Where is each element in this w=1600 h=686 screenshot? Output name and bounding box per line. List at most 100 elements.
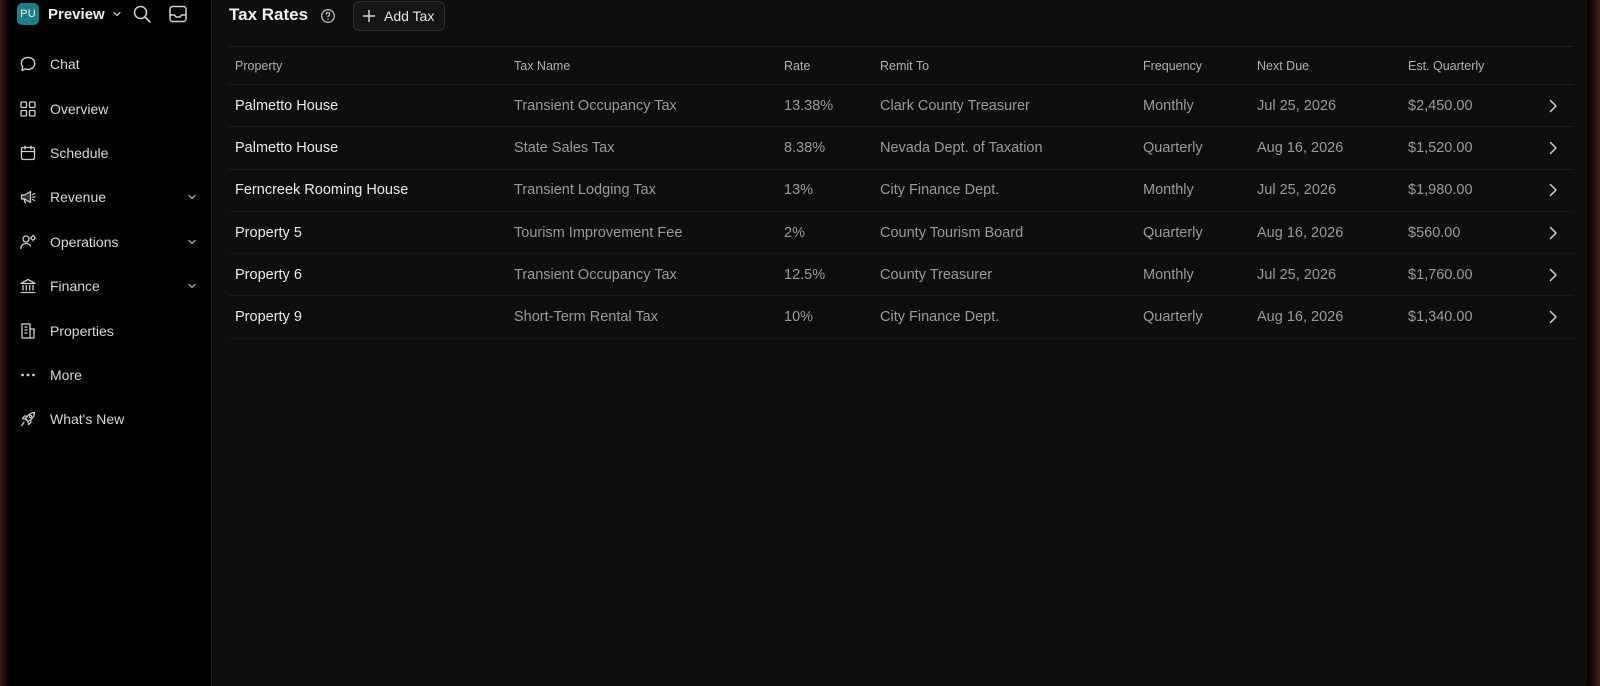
cell-property: Palmetto House (235, 139, 339, 156)
column-header-tax-name[interactable]: Tax Name (514, 59, 570, 73)
cell-rate: 10% (784, 309, 814, 326)
cell-est-quarterly: $560.00 (1408, 224, 1461, 241)
add-tax-button[interactable]: Add Tax (353, 1, 445, 31)
cell-est-quarterly: $1,760.00 (1408, 266, 1473, 283)
workspace-name: Preview (48, 5, 105, 23)
add-tax-label: Add Tax (384, 8, 435, 24)
chevron-down-icon[interactable] (186, 235, 198, 247)
sidebar-item-chat[interactable]: Chat (9, 42, 212, 86)
cell-remit-to: City Finance Dept. (880, 309, 1000, 326)
column-header-est-quarterly[interactable]: Est. Quarterly (1408, 59, 1484, 73)
chevron-down-icon (111, 8, 123, 20)
column-header-rate[interactable]: Rate (784, 59, 810, 73)
cell-next-due: Jul 25, 2026 (1257, 182, 1337, 199)
bank-icon (19, 277, 37, 295)
chat-bubble-icon (19, 55, 37, 73)
cell-property: Ferncreek Rooming House (235, 182, 409, 199)
sidebar-item-label: More (50, 366, 82, 383)
sidebar-item-label: Revenue (50, 189, 107, 206)
workspace-switcher[interactable]: PU Preview (17, 2, 123, 26)
cell-tax-name: Short-Term Rental Tax (514, 309, 658, 326)
sidebar-item-schedule[interactable]: Schedule (9, 131, 212, 175)
sidebar-item-label: Finance (50, 278, 100, 295)
page-title: Tax Rates (229, 5, 309, 24)
column-header-property[interactable]: Property (235, 59, 282, 73)
table-row[interactable]: Palmetto House Transient Occupancy Tax 1… (229, 85, 1573, 128)
megaphone-icon (19, 188, 37, 206)
cell-tax-name: Tourism Improvement Fee (514, 224, 683, 241)
sidebar-item-finance[interactable]: Finance (9, 264, 212, 308)
chevron-right-icon[interactable] (1547, 310, 1559, 324)
sidebar-item-label: Schedule (50, 144, 109, 161)
users-gear-icon (19, 233, 37, 251)
cell-remit-to: County Treasurer (880, 266, 993, 283)
sidebar-item-label: Properties (50, 322, 114, 339)
chevron-right-icon[interactable] (1547, 226, 1559, 240)
column-header-next-due[interactable]: Next Due (1257, 59, 1309, 73)
search-icon[interactable] (131, 3, 153, 25)
inbox-icon[interactable] (167, 3, 189, 25)
column-header-remit-to[interactable]: Remit To (880, 59, 929, 73)
sidebar-item-properties[interactable]: Properties (9, 308, 212, 352)
sidebar: PU Preview Chat Overview Schedule Revenu… (9, 0, 212, 686)
cell-frequency: Monthly (1143, 97, 1194, 114)
table-row[interactable]: Property 9 Short-Term Rental Tax 10% Cit… (229, 296, 1573, 339)
cell-frequency: Quarterly (1143, 139, 1203, 156)
calendar-icon (19, 144, 37, 162)
cell-next-due: Aug 16, 2026 (1257, 139, 1344, 156)
cell-next-due: Jul 25, 2026 (1257, 97, 1337, 114)
cell-property: Property 5 (235, 224, 302, 241)
chevron-right-icon[interactable] (1547, 99, 1559, 113)
cell-tax-name: Transient Lodging Tax (514, 182, 656, 199)
chevron-right-icon[interactable] (1547, 183, 1559, 197)
sidebar-item-overview[interactable]: Overview (9, 86, 212, 130)
table-header: Property Tax Name Rate Remit To Frequenc… (229, 47, 1573, 85)
cell-property: Property 9 (235, 309, 302, 326)
cell-est-quarterly: $1,980.00 (1408, 182, 1473, 199)
cell-est-quarterly: $1,340.00 (1408, 309, 1473, 326)
cell-rate: 13% (784, 182, 814, 199)
cell-property: Palmetto House (235, 97, 339, 114)
cell-tax-name: State Sales Tax (514, 139, 615, 156)
table-row[interactable]: Palmetto House State Sales Tax 8.38% Nev… (229, 127, 1573, 170)
cell-property: Property 6 (235, 266, 302, 283)
grid-icon (19, 100, 37, 118)
cell-remit-to: County Tourism Board (880, 224, 1024, 241)
cell-next-due: Aug 16, 2026 (1257, 224, 1344, 241)
sidebar-nav: Chat Overview Schedule Revenue Operation… (9, 42, 212, 442)
cell-rate: 2% (784, 224, 805, 241)
rocket-icon (19, 410, 37, 428)
cell-tax-name: Transient Occupancy Tax (514, 97, 677, 114)
cell-est-quarterly: $1,520.00 (1408, 139, 1473, 156)
chevron-right-icon[interactable] (1547, 268, 1559, 282)
cell-frequency: Monthly (1143, 266, 1194, 283)
help-icon[interactable] (320, 8, 336, 24)
sidebar-item-label: Operations (50, 233, 119, 250)
sidebar-item-label: Overview (50, 100, 109, 117)
chevron-right-icon[interactable] (1547, 141, 1559, 155)
tax-rates-table: Property Tax Name Rate Remit To Frequenc… (229, 46, 1573, 339)
cell-frequency: Monthly (1143, 182, 1194, 199)
sidebar-item-more[interactable]: More (9, 353, 212, 397)
cell-remit-to: City Finance Dept. (880, 182, 1000, 199)
cell-frequency: Quarterly (1143, 309, 1203, 326)
cell-rate: 13.38% (784, 97, 834, 114)
building-icon (19, 322, 37, 340)
ellipsis-icon (19, 366, 37, 384)
cell-rate: 8.38% (784, 139, 826, 156)
table-row[interactable]: Property 5 Tourism Improvement Fee 2% Co… (229, 212, 1573, 255)
chevron-down-icon[interactable] (186, 279, 198, 291)
sidebar-item-whats-new[interactable]: What's New (9, 397, 212, 441)
sidebar-item-operations[interactable]: Operations (9, 220, 212, 264)
cell-frequency: Quarterly (1143, 224, 1203, 241)
column-header-frequency[interactable]: Frequency (1143, 59, 1202, 73)
sidebar-item-label: Chat (50, 56, 80, 73)
table-row[interactable]: Property 6 Transient Occupancy Tax 12.5%… (229, 254, 1573, 297)
sidebar-item-revenue[interactable]: Revenue (9, 175, 212, 219)
cell-rate: 12.5% (784, 266, 826, 283)
plus-icon (362, 9, 376, 23)
chevron-down-icon[interactable] (186, 190, 198, 202)
cell-est-quarterly: $2,450.00 (1408, 97, 1473, 114)
table-row[interactable]: Ferncreek Rooming House Transient Lodgin… (229, 170, 1573, 212)
sidebar-item-label: What's New (50, 411, 125, 428)
